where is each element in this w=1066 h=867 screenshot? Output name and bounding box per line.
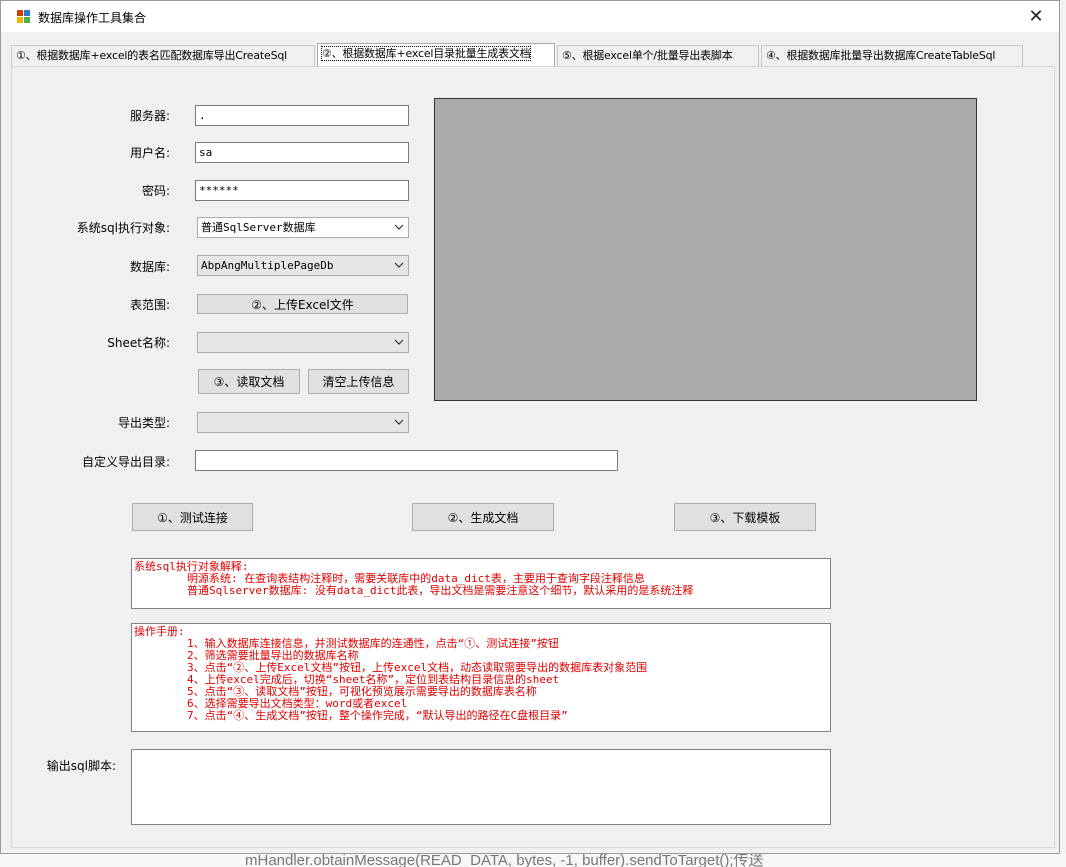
export-type-select[interactable] bbox=[197, 412, 409, 433]
password-label: 密码: bbox=[141, 184, 170, 198]
title-bar[interactable]: 数据库操作工具集合 ✕ bbox=[1, 1, 1059, 32]
download-template-button[interactable]: ③、下载模板 bbox=[674, 503, 816, 531]
background-code-line: mHandler.obtainMessage(READ_DATA, bytes,… bbox=[0, 852, 1066, 867]
sql-target-explain-text: 系统sql执行对象解释: 明源系统: 在查询表结构注释时，需要关联库中的data… bbox=[131, 558, 831, 609]
table-preview-grid[interactable] bbox=[434, 98, 977, 401]
read-doc-button[interactable]: ③、读取文档 bbox=[198, 369, 300, 394]
output-sql-label: 输出sql脚本: bbox=[46, 759, 116, 773]
clear-upload-button[interactable]: 清空上传信息 bbox=[308, 369, 409, 394]
server-label: 服务器: bbox=[129, 109, 170, 123]
database-select[interactable]: AbpAngMultiplePageDb bbox=[197, 255, 409, 276]
tab-batch-createtablesql[interactable]: ④、根据数据库批量导出数据库CreateTableSql bbox=[761, 45, 1023, 66]
close-icon[interactable]: ✕ bbox=[1013, 1, 1059, 32]
generate-doc-button[interactable]: ②、生成文档 bbox=[412, 503, 554, 531]
chevron-down-icon bbox=[394, 419, 404, 425]
tab-label: ⑤、根据excel单个/批量导出表脚本 bbox=[562, 49, 733, 62]
app-icon bbox=[17, 10, 31, 24]
chevron-down-icon bbox=[394, 262, 404, 268]
sql-target-label: 系统sql执行对象: bbox=[76, 221, 170, 235]
chevron-down-icon bbox=[394, 339, 404, 345]
tab-label: ②、根据数据库+excel目录批量生成表文档 bbox=[320, 46, 532, 61]
tab-label: ④、根据数据库批量导出数据库CreateTableSql bbox=[766, 49, 996, 62]
sheet-label: Sheet名称: bbox=[107, 336, 170, 350]
sheet-select[interactable] bbox=[197, 332, 409, 353]
database-value: AbpAngMultiplePageDb bbox=[201, 259, 334, 272]
sql-target-select[interactable]: 普通SqlServer数据库 bbox=[197, 217, 409, 238]
database-label: 数据库: bbox=[129, 260, 170, 274]
tab-batch-generate-doc[interactable]: ②、根据数据库+excel目录批量生成表文档 bbox=[317, 43, 555, 66]
custom-dir-input[interactable] bbox=[195, 450, 618, 471]
chevron-down-icon bbox=[394, 224, 404, 230]
test-connection-button[interactable]: ①、测试连接 bbox=[132, 503, 253, 531]
tab-excel-match-createsql[interactable]: ①、根据数据库+excel的表名匹配数据库导出CreateSql bbox=[11, 45, 315, 66]
export-type-label: 导出类型: bbox=[117, 416, 170, 430]
output-sql-textarea[interactable] bbox=[131, 749, 831, 825]
tab-excel-export-script[interactable]: ⑤、根据excel单个/批量导出表脚本 bbox=[557, 45, 759, 66]
window-title: 数据库操作工具集合 bbox=[38, 11, 147, 25]
user-input[interactable]: sa bbox=[195, 142, 409, 163]
user-label: 用户名: bbox=[129, 146, 170, 160]
custom-dir-label: 自定义导出目录: bbox=[81, 455, 170, 469]
sql-target-value: 普通SqlServer数据库 bbox=[201, 221, 316, 234]
main-window: 数据库操作工具集合 ✕ ①、根据数据库+excel的表名匹配数据库导出Creat… bbox=[0, 0, 1060, 854]
tab-label: ①、根据数据库+excel的表名匹配数据库导出CreateSql bbox=[16, 49, 288, 62]
table-range-label: 表范围: bbox=[129, 298, 170, 312]
operation-manual-text: 操作手册: 1、输入数据库连接信息，并测试数据库的连通性，点击“①、测试连接”按… bbox=[131, 623, 831, 732]
server-input[interactable]: . bbox=[195, 105, 409, 126]
password-input[interactable]: ****** bbox=[195, 180, 409, 201]
tab-page: 服务器: . 用户名: sa 密码: ****** 系统sql执行对象: 普通S… bbox=[11, 66, 1055, 848]
upload-excel-button[interactable]: ②、上传Excel文件 bbox=[197, 294, 408, 314]
